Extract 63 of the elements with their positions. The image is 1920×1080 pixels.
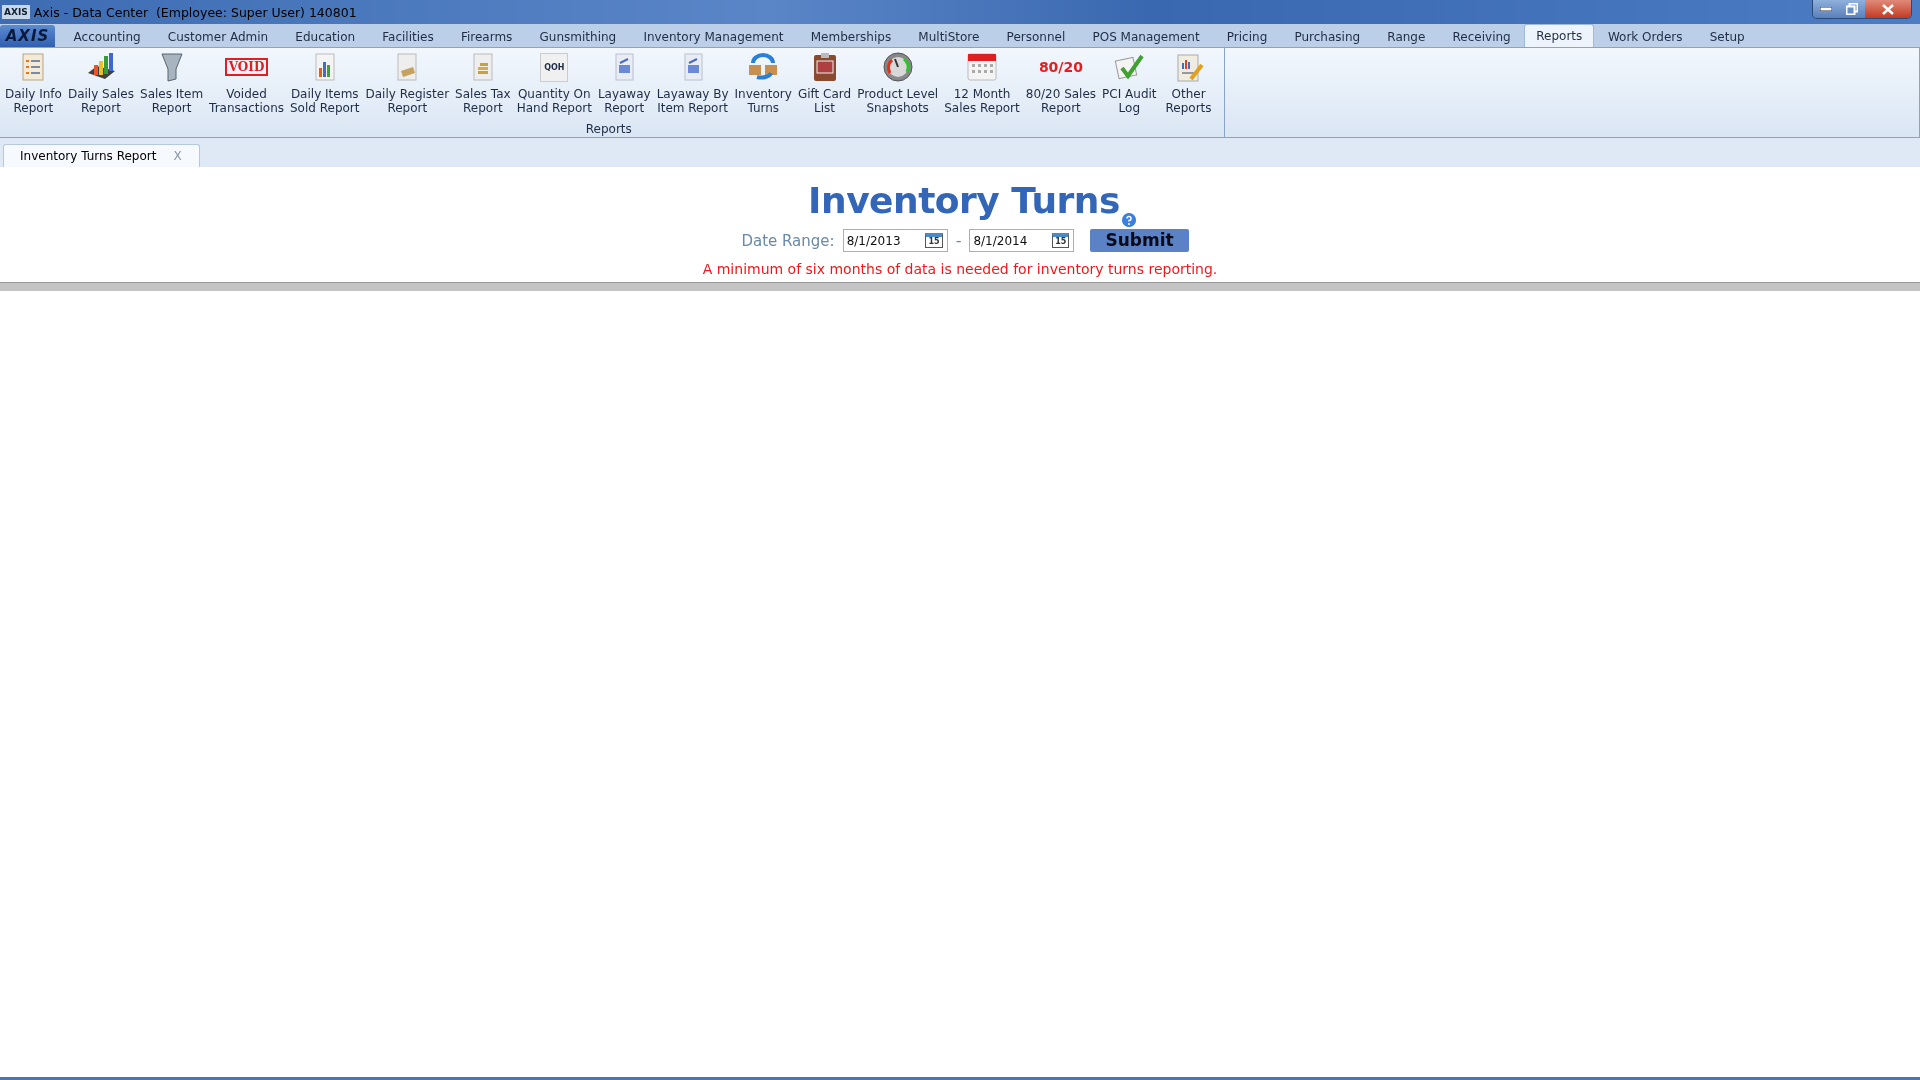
menu-tab[interactable]: Receiving <box>1438 27 1525 47</box>
ribbon-button[interactable]: PCI Audit Log <box>1099 48 1160 115</box>
calendar-button[interactable]: 15 <box>925 233 943 248</box>
help-icon[interactable] <box>1121 213 1136 227</box>
menu-tab[interactable]: Facilities <box>368 27 448 47</box>
ribbon-button[interactable]: Daily Info Report <box>2 48 65 115</box>
document-tab[interactable]: Inventory Turns Report X <box>3 144 200 167</box>
ribbon-button[interactable]: Gift Card List <box>794 48 855 115</box>
report-title: Inventory Turns <box>808 180 1120 221</box>
ribbon-button[interactable]: 80/20 80/20 Sales Report <box>1022 48 1100 115</box>
ribbon-button[interactable]: Inventory Turns <box>731 48 795 115</box>
menu-tab[interactable]: Setup <box>1696 27 1759 47</box>
menu-tab[interactable]: Range <box>1373 27 1439 47</box>
menu-tab[interactable]: Purchasing <box>1280 27 1374 47</box>
boxes-arrows-icon <box>747 51 780 83</box>
minimize-button[interactable] <box>1813 0 1839 18</box>
minimize-icon <box>1820 7 1832 11</box>
tab-label: Inventory Turns Report <box>20 149 157 163</box>
axis-logo[interactable]: AXIS <box>0 25 55 47</box>
ratio-icon: 80/20 <box>1038 59 1083 75</box>
window-title: Axis - Data Center (Employee: Super User) 140801 <box>33 4 358 20</box>
close-icon <box>1882 3 1894 15</box>
ribbon-button[interactable]: VOID Voided Transactions <box>206 48 287 115</box>
start-date-field[interactable]: 8/1/2013 15 <box>842 229 948 252</box>
ribbon-button[interactable]: 12 Month Sales Report <box>941 48 1023 115</box>
menu-tab[interactable]: Accounting <box>60 27 155 47</box>
menu-tab[interactable]: Reports <box>1524 24 1595 47</box>
ribbon-button[interactable]: Sales Item Report <box>137 48 207 115</box>
menu-tab[interactable]: POS Management <box>1078 27 1214 47</box>
ribbon-button[interactable]: Daily Register Report <box>362 48 453 115</box>
submit-button[interactable]: Submit <box>1090 229 1189 252</box>
qoh-document-icon: QOH <box>540 52 569 82</box>
menu-tab[interactable]: MultiStore <box>904 27 993 47</box>
date-separator: - <box>955 231 962 250</box>
gauge-icon <box>881 51 914 83</box>
close-button[interactable] <box>1865 0 1911 18</box>
ribbon-button[interactable]: Layaway Report <box>594 48 654 115</box>
app-badge: AXIS <box>2 5 30 19</box>
ribbon-button[interactable]: Daily Items Sold Report <box>287 48 363 115</box>
calendar-icon <box>965 51 998 83</box>
ribbon-button[interactable]: QOH Quantity On Hand Report <box>513 48 595 115</box>
menu-tab[interactable]: Education <box>281 27 369 47</box>
menu-tab[interactable]: Memberships <box>797 27 905 47</box>
menu-tab[interactable]: Firearms <box>447 27 526 47</box>
ribbon-button[interactable]: Daily Sales Report <box>64 48 137 115</box>
ribbon-button[interactable]: Layaway By Item Report <box>653 48 732 115</box>
restore-button[interactable] <box>1839 0 1865 18</box>
ribbon-group-label: Reports <box>585 122 632 137</box>
menu-tab[interactable]: Inventory Management <box>629 27 798 47</box>
ribbon-button[interactable]: Sales Tax Report <box>452 48 514 115</box>
menu-tab[interactable]: Work Orders <box>1594 27 1697 47</box>
menu-tab[interactable]: Customer Admin <box>154 27 282 47</box>
date-range-label: Date Range: <box>741 231 835 250</box>
calendar-button[interactable]: 15 <box>1052 233 1070 248</box>
end-date-field[interactable]: 8/1/2014 15 <box>969 229 1075 252</box>
error-message: A minimum of six months of data is needed for inventory turns reporting. <box>702 261 1218 277</box>
ribbon-button[interactable]: Product Level Snapshots <box>854 48 942 115</box>
ribbon-button[interactable]: Other Reports <box>1159 48 1218 115</box>
menu-tab[interactable]: Gunsmithing <box>525 27 630 47</box>
menu-tab[interactable]: Personnel <box>993 27 1079 47</box>
menu-tab[interactable]: Pricing <box>1213 27 1281 47</box>
restore-icon <box>1846 3 1858 15</box>
void-stamp-icon: VOID <box>224 58 269 76</box>
